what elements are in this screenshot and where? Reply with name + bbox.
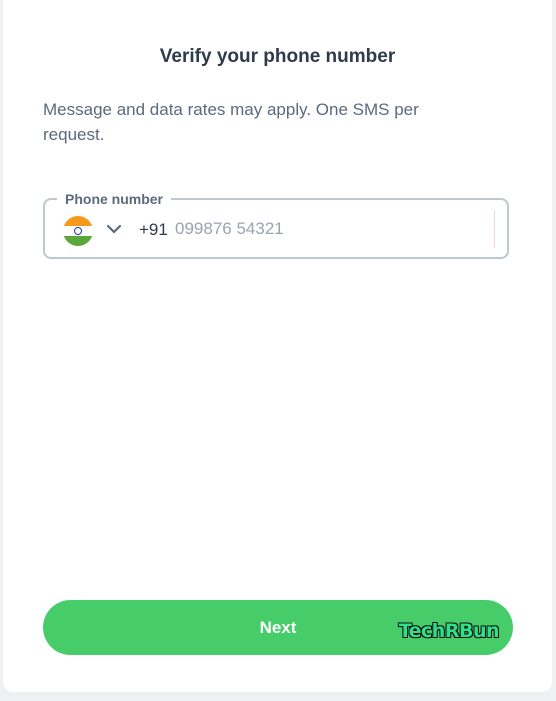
phone-number-field[interactable]: Phone number +91 <box>43 190 509 259</box>
page-title: Verify your phone number <box>159 46 396 67</box>
verify-phone-card: Verify your phone number Message and dat… <box>3 0 552 692</box>
next-button[interactable]: Next TechRBun <box>43 600 513 655</box>
country-code: +91 <box>139 220 168 239</box>
field-divider <box>494 210 495 248</box>
phone-number-input[interactable] <box>175 214 495 244</box>
sms-rates-notice: Message and data rates may apply. One SM… <box>43 100 419 144</box>
chevron-down-icon <box>106 224 122 234</box>
watermark-logo: TechRBun <box>398 620 500 642</box>
phone-number-label: Phone number <box>57 190 172 208</box>
india-flag-icon <box>63 216 93 246</box>
next-button-label: Next <box>259 617 297 637</box>
